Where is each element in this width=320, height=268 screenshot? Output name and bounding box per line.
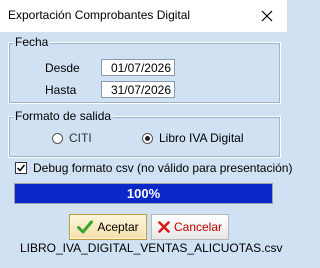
- debug-checkbox-label: Debug formato csv (no válido para presen…: [33, 161, 293, 175]
- title-bar[interactable]: Exportación Comprobantes Digital: [0, 0, 287, 32]
- debug-checkbox[interactable]: [15, 162, 27, 174]
- radio-libro-iva-digital[interactable]: Libro IVA Digital: [142, 131, 244, 145]
- cross-icon: [158, 221, 170, 233]
- close-icon[interactable]: [247, 0, 287, 32]
- debug-checkbox-row[interactable]: Debug formato csv (no válido para presen…: [15, 161, 292, 175]
- cancel-button-label: Cancelar: [173, 220, 223, 234]
- desde-date-field[interactable]: [101, 59, 175, 76]
- desde-label: Desde: [45, 61, 80, 75]
- progress-text: 100%: [126, 186, 161, 201]
- accept-button[interactable]: Aceptar: [69, 214, 147, 240]
- dialog-body: Fecha Desde Hasta Formato de salida CITI…: [0, 32, 292, 268]
- formato-salida-group: Formato de salida CITI Libro IVA Digital: [8, 109, 281, 158]
- radio-citi[interactable]: CITI: [52, 131, 92, 145]
- export-dialog: Exportación Comprobantes Digital Fecha D…: [0, 0, 292, 268]
- hasta-label: Hasta: [45, 83, 77, 97]
- checkmark-icon: [77, 220, 94, 234]
- radio-citi-circle[interactable]: [52, 132, 63, 144]
- radio-citi-label: CITI: [69, 131, 92, 145]
- fecha-legend: Fecha: [13, 35, 51, 49]
- formato-legend: Formato de salida: [13, 109, 114, 123]
- accept-button-label: Aceptar: [97, 220, 139, 234]
- window-title: Exportación Comprobantes Digital: [8, 8, 191, 22]
- radio-libro-iva-circle[interactable]: [142, 132, 153, 144]
- hasta-date-field[interactable]: [101, 81, 175, 98]
- output-filename: LIBRO_IVA_DIGITAL_VENTAS_ALICUOTAS.csv: [20, 241, 283, 255]
- cancel-button[interactable]: Cancelar: [151, 214, 229, 240]
- progress-bar: 100%: [14, 183, 273, 204]
- radio-libro-iva-label: Libro IVA Digital: [159, 131, 244, 145]
- fecha-group: Fecha Desde Hasta: [8, 35, 281, 104]
